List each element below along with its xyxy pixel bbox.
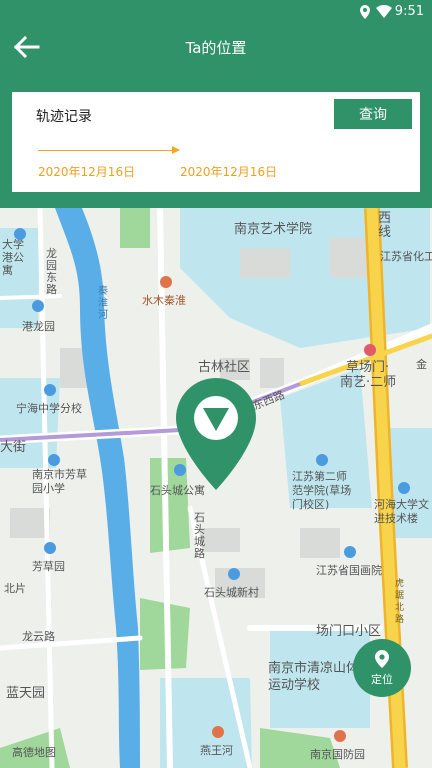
poi-school-icon[interactable]	[48, 454, 60, 466]
locate-button-label: 定位	[371, 673, 393, 686]
map-label-lantianyuan: 蓝天园	[6, 686, 46, 701]
poi-defense-park-icon[interactable]	[334, 730, 346, 742]
map-label-shitoucheng-road: 石头城路	[194, 511, 205, 560]
map-label-jin: 金	[416, 358, 427, 371]
map-label-shitoucheng-village: 石头城新村	[204, 586, 259, 599]
poi-fangcaoyuan-icon[interactable]	[44, 542, 56, 554]
amap-logo: 高德地图	[12, 746, 56, 759]
map-label-shuimu-qinhuai: 水木秦淮	[142, 294, 186, 307]
map-label-xian: 西线	[378, 211, 392, 240]
status-bar: 9:51	[0, 0, 432, 24]
map-label-ninghai-school: 宁海中学分校	[16, 402, 82, 415]
map-label-daxuegang: 大学港公寓	[2, 238, 24, 277]
poi-village-icon[interactable]	[228, 568, 240, 580]
map-label-longyuan-east-road: 龙园东路	[46, 247, 57, 296]
map-label-gulin: 古林社区	[198, 360, 251, 375]
poi-metro-icon[interactable]	[364, 344, 376, 356]
poi-school-icon[interactable]	[398, 482, 410, 494]
map-label-hehai: 河海大学文进技术楼	[374, 498, 429, 525]
status-time: 9:51	[394, 4, 424, 19]
date-range-arrow-icon	[172, 146, 180, 154]
track-query-card: 轨迹记录 查询 2020年12月16日 2020年12月16日	[12, 92, 420, 192]
map-pin-icon	[176, 378, 256, 490]
map-label-dajie: 大街	[0, 440, 27, 455]
poi-school-icon[interactable]	[316, 454, 328, 466]
poi-painting-icon[interactable]	[344, 546, 356, 558]
map-label-qinhuai-river: 秦淮河	[98, 286, 108, 321]
poi-yanwanghe-icon[interactable]	[212, 726, 224, 738]
end-date[interactable]: 2020年12月16日	[180, 163, 277, 180]
map-label-vertical-road: 虎踞北路	[395, 579, 405, 625]
app-screen: 9:51 Ta的位置 轨迹记录 查询 2020年12月16日 2020年12月1…	[0, 0, 432, 768]
map-label-art-institute: 南京艺术学院	[234, 222, 313, 237]
location-marker[interactable]	[176, 378, 256, 490]
map-label-jiangsu-painting: 江苏省国画院	[316, 564, 382, 577]
page-title: Ta的位置	[185, 39, 247, 57]
map-label-changmenkou: 场门口小区	[316, 624, 382, 639]
wifi-icon	[376, 5, 392, 18]
start-date[interactable]: 2020年12月16日	[38, 163, 135, 180]
map-label-nanyi: 南艺·二师	[340, 375, 397, 390]
poi-ninghai-icon[interactable]	[44, 384, 56, 396]
location-pin-icon	[375, 650, 389, 668]
track-record-label: 轨迹记录	[36, 109, 92, 125]
map-label-jiangsu-chem: 江苏省化工	[380, 250, 432, 263]
location-status-icon	[360, 5, 370, 19]
map-label-ganglongyuan: 港龙园	[22, 320, 55, 333]
map-label-beipian: 北片	[4, 582, 26, 595]
query-button[interactable]: 查询	[334, 99, 412, 129]
map-label-yanwanghe: 燕王河	[200, 744, 233, 757]
locate-button[interactable]: 定位	[353, 639, 411, 697]
map-label-longyun-road: 龙云路	[22, 630, 55, 643]
map-label-defense-park: 南京国防园	[310, 748, 365, 761]
poi-restaurant-icon[interactable]	[160, 276, 172, 288]
map-label-fangcaoyuan: 芳草园	[32, 560, 65, 573]
map-label-fangcaoyuan-school: 南京市芳草园小学	[32, 468, 87, 495]
poi-apartment-icon[interactable]	[32, 300, 44, 312]
map-label-jiangsu-normal: 江苏第二师范学院(草场门校区)	[292, 470, 352, 511]
poi-school-icon[interactable]	[14, 228, 26, 240]
date-range-line	[38, 150, 178, 151]
map-view[interactable]: 南京艺术学院 西线 大学港公寓 江苏省化工 龙园东路 秦淮河 水木秦淮 港龙园 …	[0, 208, 432, 768]
